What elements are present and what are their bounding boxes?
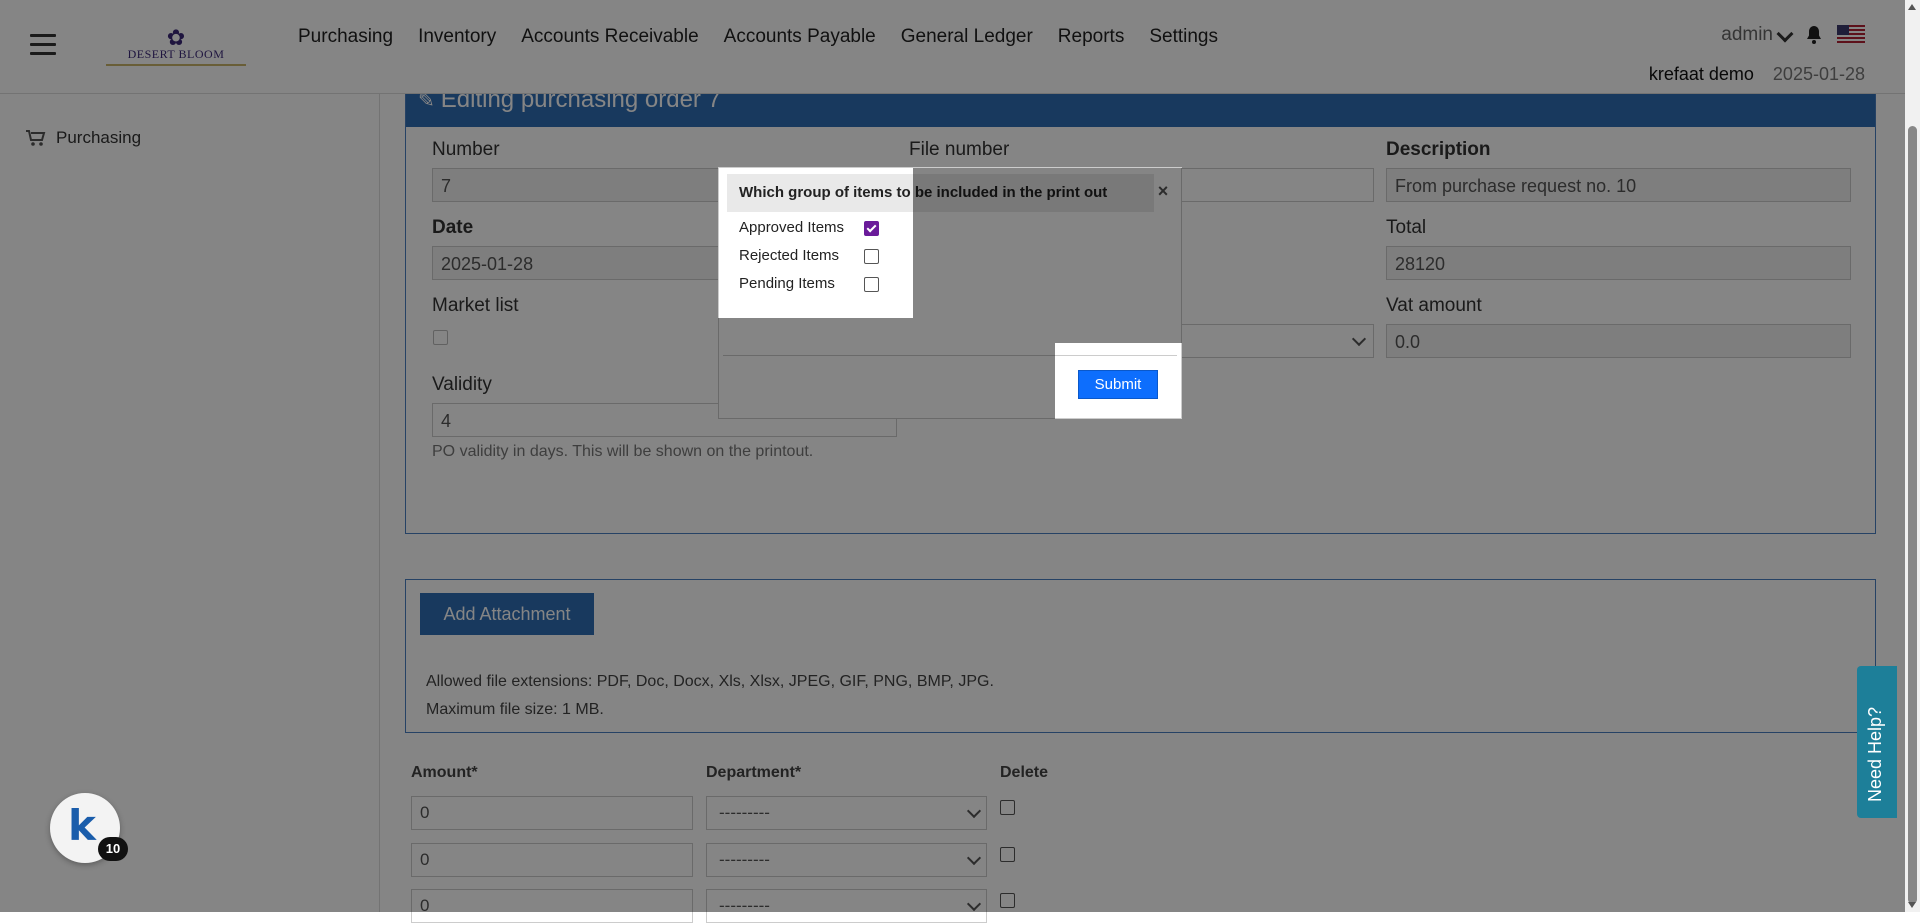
scroll-down-icon[interactable] (1908, 902, 1916, 908)
dim-region (913, 343, 1055, 419)
print-options-dialog: Which group of items to be included in t… (718, 167, 1182, 419)
rejected-items-checkbox[interactable] (864, 249, 879, 264)
page-scrollbar[interactable] (1905, 0, 1920, 912)
pending-items-checkbox[interactable] (864, 277, 879, 292)
modal-backdrop[interactable] (0, 0, 1920, 912)
notification-count-badge: 10 (98, 837, 128, 861)
approved-items-label: Approved Items (739, 219, 845, 236)
assistant-launcher[interactable]: k 10 (50, 793, 128, 863)
need-help-label: Need Help? (1865, 706, 1885, 802)
dim-region (913, 168, 1182, 343)
submit-button[interactable]: Submit (1078, 370, 1158, 399)
rejected-items-label: Rejected Items (739, 247, 840, 264)
dim-region (718, 318, 913, 419)
scroll-thumb[interactable] (1908, 126, 1917, 904)
scroll-up-icon[interactable] (1908, 4, 1916, 10)
pending-items-label: Pending Items (739, 275, 835, 292)
k-logo-icon: k (68, 801, 96, 850)
need-help-tab[interactable]: Need Help? (1857, 666, 1897, 818)
approved-items-checkbox[interactable] (864, 221, 879, 236)
